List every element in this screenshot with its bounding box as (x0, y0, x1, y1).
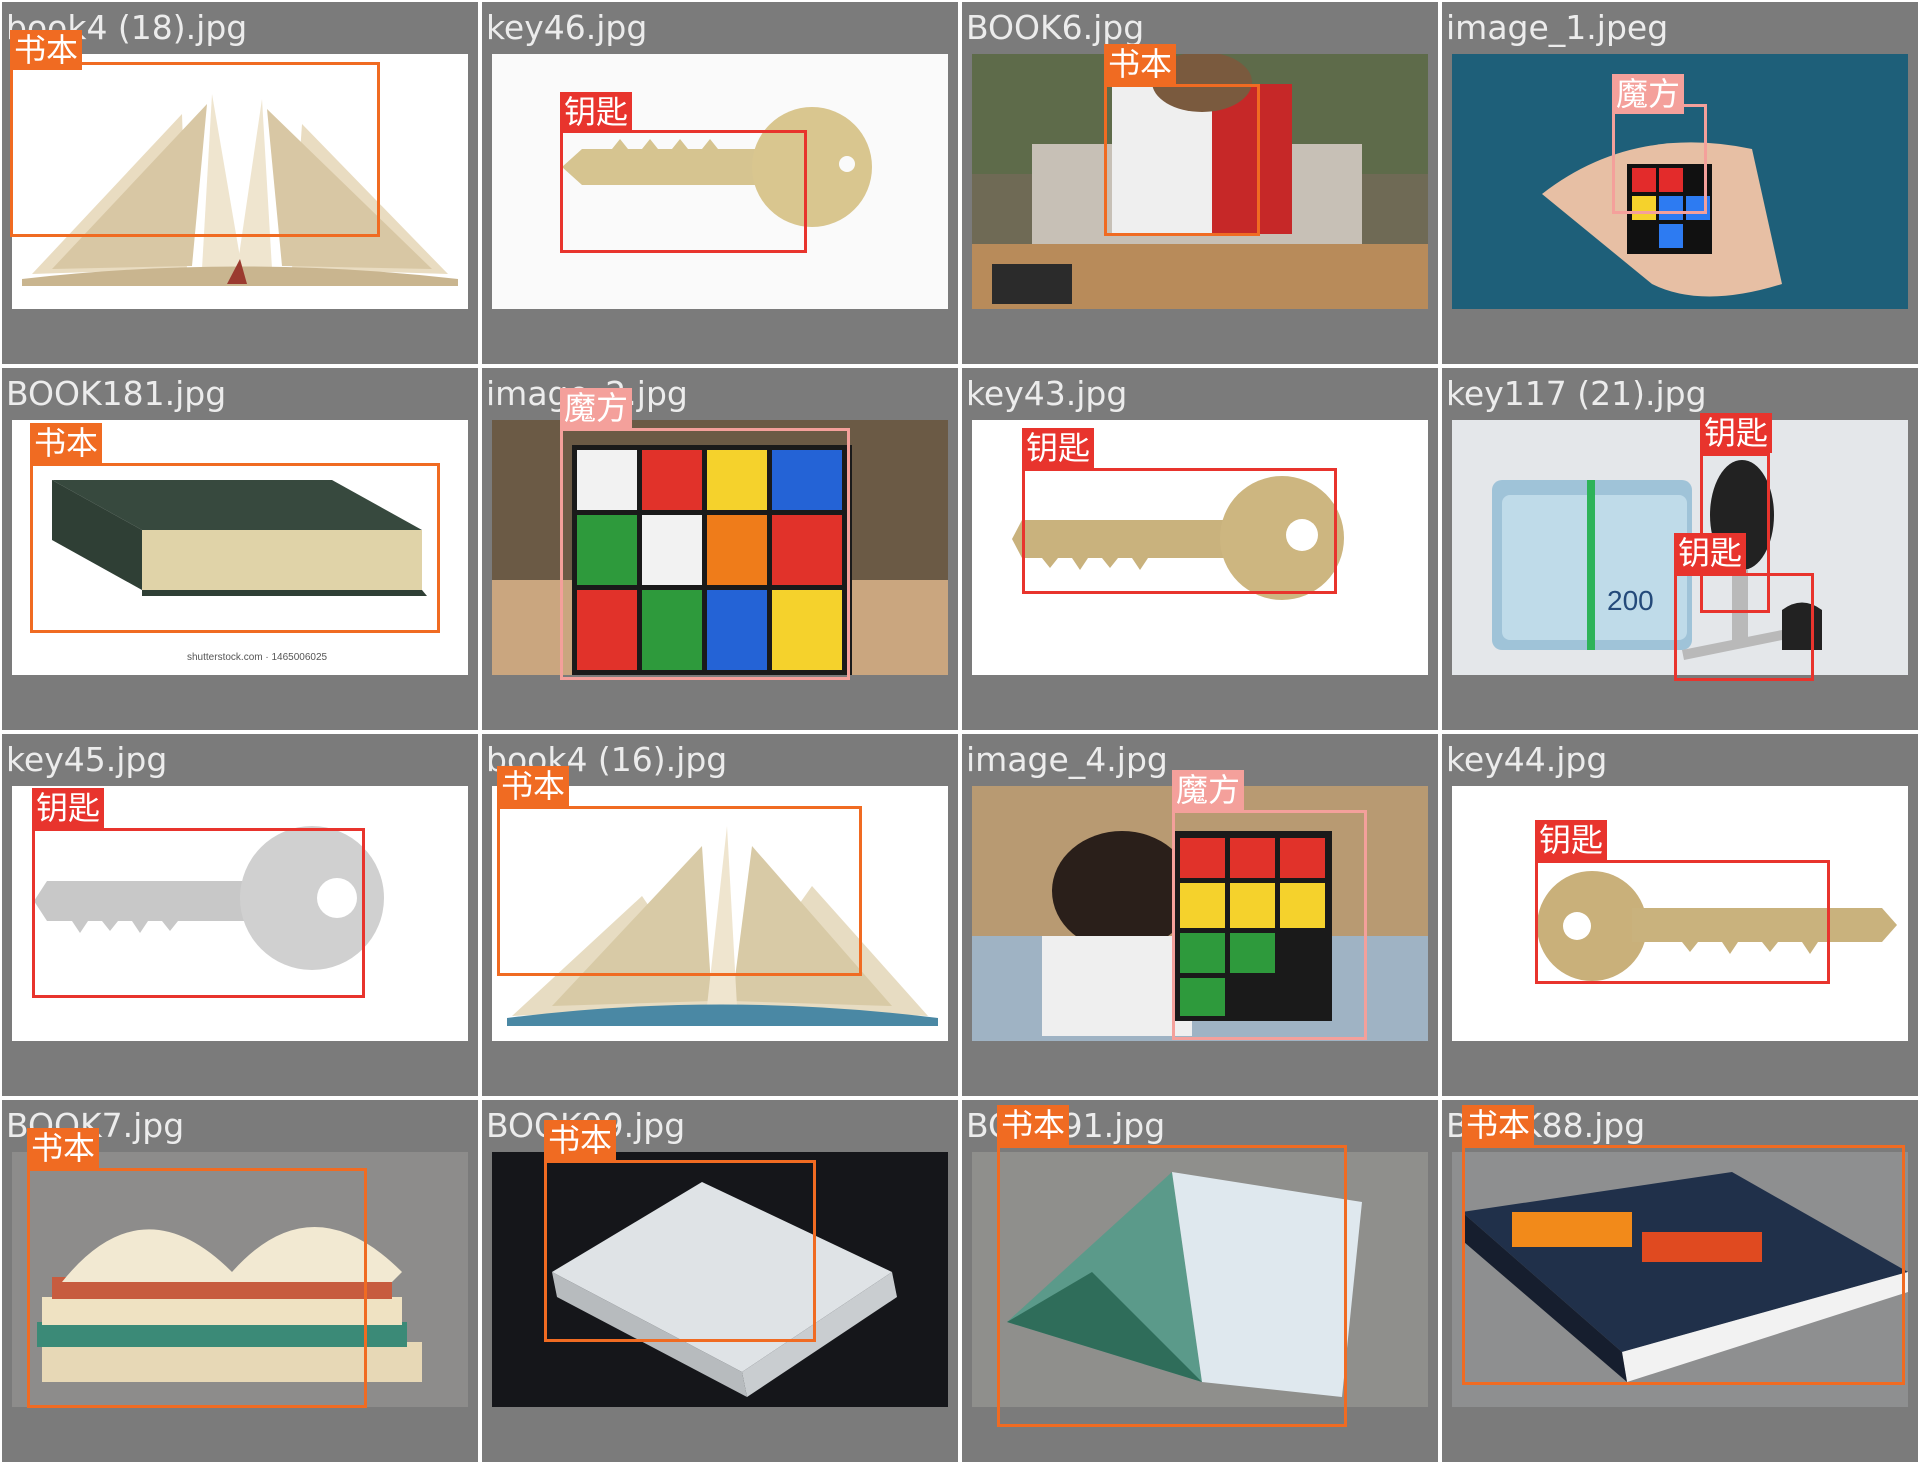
bbox-book (997, 1145, 1347, 1427)
label-key: 钥匙 (1535, 820, 1608, 860)
bbox-book (1462, 1145, 1905, 1385)
label-book: 书本 (1462, 1105, 1535, 1145)
bbox-book (30, 463, 440, 633)
label-book: 书本 (27, 1128, 100, 1168)
bbox-book (27, 1168, 367, 1408)
result-tile[interactable]: shutterstock.com · 1465006025 书本 BOOK181… (2, 368, 478, 730)
bbox-key (32, 828, 365, 998)
label-key: 钥匙 (1674, 533, 1747, 573)
result-tile[interactable]: 书本 BOOK88.jpg (1442, 1100, 1918, 1462)
label-cube: 魔方 (1172, 770, 1245, 810)
bbox-key (1022, 468, 1337, 594)
result-tile[interactable]: 魔方 image_4.jpg (962, 734, 1438, 1096)
label-book: 书本 (497, 766, 570, 806)
result-tile[interactable]: 钥匙 key43.jpg (962, 368, 1438, 730)
bbox-key (1535, 860, 1830, 984)
result-tile[interactable]: 书本 BOOK7.jpg (2, 1100, 478, 1462)
svg-text:200: 200 (1607, 585, 1654, 616)
label-key: 钥匙 (560, 92, 633, 132)
label-book: 书本 (30, 423, 103, 463)
result-tile[interactable]: 书本 book4 (18).jpg (2, 2, 478, 364)
label-book: 书本 (544, 1120, 617, 1160)
label-book: 书本 (10, 30, 83, 70)
result-tile[interactable]: 钥匙 key44.jpg (1442, 734, 1918, 1096)
result-tile[interactable]: 书本 BOOK91.jpg (962, 1100, 1438, 1462)
result-tile[interactable]: 钥匙 key45.jpg (2, 734, 478, 1096)
file-name: key43.jpg (966, 374, 1128, 413)
label-cube: 魔方 (560, 388, 633, 428)
bbox-key (1674, 573, 1814, 681)
file-name: BOOK181.jpg (6, 374, 227, 413)
result-tile[interactable]: 书本 BOOK99.jpg (482, 1100, 958, 1462)
file-name: key45.jpg (6, 740, 168, 779)
bbox-book (10, 62, 380, 237)
result-tile[interactable]: 魔方 image_1.jpeg (1442, 2, 1918, 364)
label-key: 钥匙 (1700, 413, 1773, 453)
result-tile[interactable]: 书本 BOOK6.jpg (962, 2, 1438, 364)
file-name: image_4.jpg (966, 740, 1168, 779)
file-name: key44.jpg (1446, 740, 1608, 779)
bbox-key (560, 130, 807, 253)
result-tile[interactable]: 200 钥匙 钥匙 key117 (21).jpg (1442, 368, 1918, 730)
result-tile[interactable]: 书本 book4 (16).jpg (482, 734, 958, 1096)
bbox-cube (560, 428, 850, 680)
label-key: 钥匙 (1022, 428, 1095, 468)
file-name: BOOK6.jpg (966, 8, 1145, 47)
label-key: 钥匙 (32, 788, 105, 828)
label-book: 书本 (997, 1105, 1070, 1145)
label-cube: 魔方 (1612, 74, 1685, 114)
file-name: image_1.jpeg (1446, 8, 1669, 47)
bbox-cube (1612, 104, 1707, 214)
bbox-cube (1172, 810, 1367, 1040)
label-book: 书本 (1104, 44, 1177, 84)
detection-results-grid: 书本 book4 (18).jpg 钥匙 key46.jpg 书本 BOOK6.… (0, 0, 1920, 1464)
bbox-book (1104, 84, 1260, 236)
bbox-book (544, 1160, 816, 1342)
result-tile[interactable]: 钥匙 key46.jpg (482, 2, 958, 364)
result-tile[interactable]: 魔方 image_2.jpg (482, 368, 958, 730)
file-name: key117 (21).jpg (1446, 374, 1707, 413)
file-name: key46.jpg (486, 8, 648, 47)
bbox-book (497, 806, 862, 976)
svg-text:shutterstock.com · 1465006025: shutterstock.com · 1465006025 (187, 652, 328, 663)
